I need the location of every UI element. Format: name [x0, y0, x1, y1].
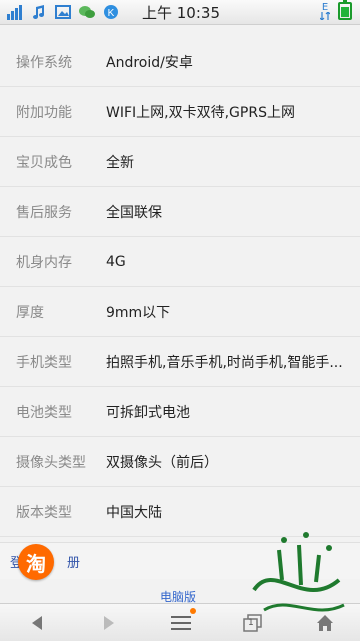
- spec-label: 附加功能: [16, 104, 72, 121]
- spec-row: 附加功能 WIFI上网,双卡双待,GPRS上网: [0, 87, 360, 137]
- spec-row: 宝贝成色 全新: [0, 137, 360, 187]
- taobao-logo-button[interactable]: 淘: [18, 544, 54, 580]
- music-icon: [30, 3, 48, 21]
- notification-dot: [190, 608, 196, 614]
- spec-value: 拍照手机,音乐手机,时尚手机,智能手...: [106, 354, 343, 371]
- k-icon: K: [102, 3, 120, 21]
- spec-row: 操作系统 Android/安卓: [0, 37, 360, 87]
- spec-row: 厚度 9mm以下: [0, 287, 360, 337]
- forward-icon[interactable]: [98, 612, 120, 634]
- status-right: E: [320, 0, 352, 20]
- spec-value: 全新: [106, 154, 134, 171]
- spec-label: 手机类型: [16, 354, 72, 371]
- calligraphy-watermark: [252, 532, 345, 612]
- spec-value: WIFI上网,双卡双待,GPRS上网: [106, 104, 295, 121]
- spec-row: 机身内存 4G: [0, 237, 360, 287]
- spec-label: 厚度: [16, 304, 44, 321]
- spec-value: 可拆卸式电池: [106, 404, 190, 421]
- spec-label: 版本类型: [16, 504, 72, 521]
- spec-list: 操作系统 Android/安卓 附加功能 WIFI上网,双卡双待,GPRS上网 宝贝…: [0, 37, 360, 537]
- spec-label: 操作系统: [16, 54, 72, 71]
- status-bar: K 上午 10:35 E: [0, 0, 360, 25]
- back-icon[interactable]: [26, 612, 48, 634]
- spec-value: 4G: [106, 253, 126, 270]
- spec-label: 宝贝成色: [16, 154, 72, 171]
- spec-row: 摄像头类型 双摄像头（前后）: [0, 437, 360, 487]
- svg-text:K: K: [108, 8, 115, 19]
- spec-label: 电池类型: [16, 404, 72, 421]
- data-e-icon: E: [320, 1, 330, 20]
- spec-label: 摄像头类型: [16, 454, 86, 471]
- spec-row: 手机类型 拍照手机,音乐手机,时尚手机,智能手...: [0, 337, 360, 387]
- image-icon: [54, 3, 72, 21]
- status-time: 上午 10:35: [142, 4, 220, 22]
- spec-value: 9mm以下: [106, 304, 171, 321]
- signal-icon: [6, 3, 24, 21]
- spec-row: 售后服务 全国联保: [0, 187, 360, 237]
- spec-row: 电池类型 可拆卸式电池: [0, 387, 360, 437]
- spec-label: 机身内存: [16, 254, 72, 271]
- data-e-label: E: [321, 1, 329, 13]
- battery-icon: [338, 0, 352, 20]
- status-icons: K: [6, 3, 120, 21]
- spec-value: 全国联保: [106, 204, 162, 221]
- spec-value: 双摄像头（前后）: [106, 454, 218, 471]
- wechat-icon: [78, 3, 96, 21]
- menu-icon[interactable]: [170, 608, 196, 634]
- spec-value: Android/安卓: [106, 54, 193, 71]
- spec-value: 中国大陆: [106, 504, 162, 521]
- spec-label: 售后服务: [16, 204, 72, 221]
